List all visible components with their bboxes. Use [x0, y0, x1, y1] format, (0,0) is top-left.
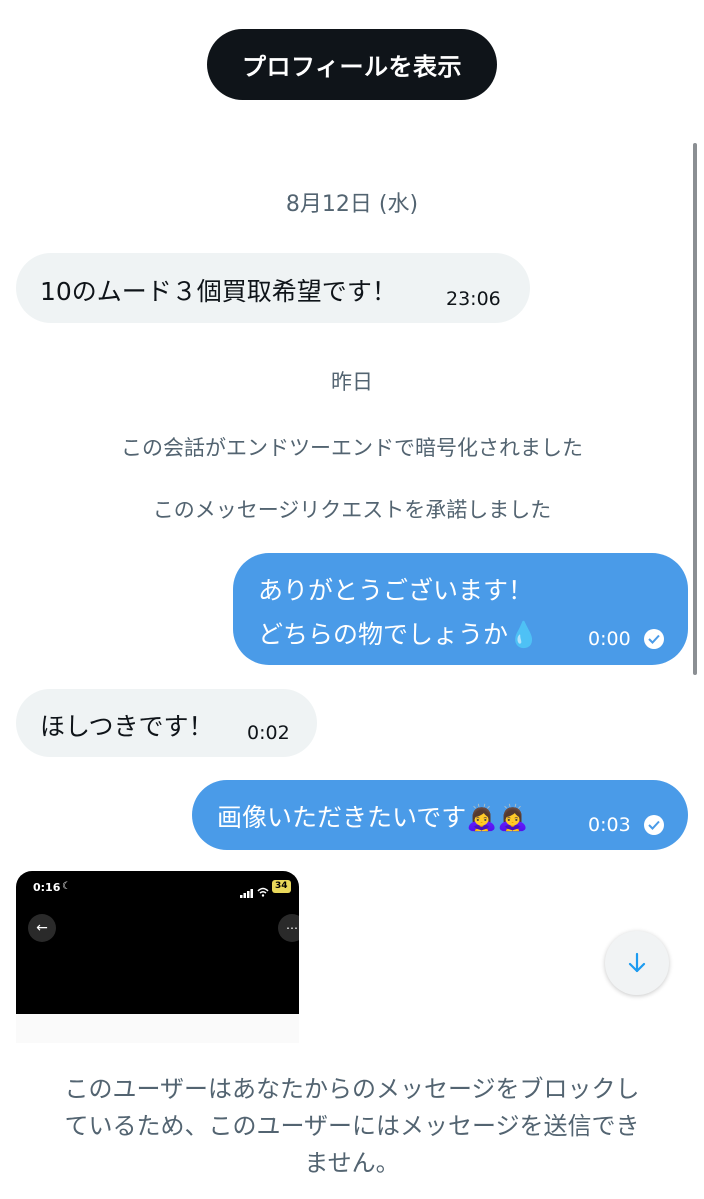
message-text-line: どちらの物でしょうか💧 [258, 620, 540, 649]
message-text: 画像いただきたいです🙇‍♀️🙇‍♀️ [217, 803, 529, 832]
message-text: ほしつきです！ [40, 712, 214, 741]
message-bubble-received[interactable]: ほしつきです！ 0:02 [16, 689, 317, 757]
view-profile-label: プロフィールを表示 [241, 53, 463, 81]
message-bubble-sent[interactable]: ありがとうございます！ どちらの物でしょうか💧 0:00 [233, 553, 688, 665]
message-bubble-received[interactable]: 10のムード３個買取希望です！ 23:06 [16, 253, 530, 323]
image-attachment[interactable]: 0:16 ☾ 34 ← ⋯ [16, 871, 299, 1043]
image-preview-strip [16, 1014, 299, 1043]
message-time: 23:06 [446, 288, 501, 310]
date-separator: 8月12日 (水) [285, 192, 419, 217]
message-time: 0:03 [588, 814, 631, 836]
message-time: 0:00 [588, 628, 631, 650]
system-message-accepted: このメッセージリクエストを承諾しました [152, 498, 552, 522]
moon-icon: ☾ [62, 881, 71, 892]
message-time: 0:02 [247, 722, 290, 744]
message-bubble-sent[interactable]: 画像いただきたいです🙇‍♀️🙇‍♀️ 0:03 [192, 780, 688, 850]
back-arrow-icon: ← [28, 914, 56, 942]
message-text: 10のムード３個買取希望です！ [40, 277, 397, 306]
message-text-line: ありがとうございます！ [258, 576, 534, 605]
date-separator: 昨日 [331, 370, 373, 394]
battery-icon: 34 [272, 880, 291, 893]
blocked-notice-text: このユーザーはあなたからのメッセージをブロックし ているため、このユーザーにはメ… [64, 1075, 640, 1177]
scrollbar[interactable] [693, 143, 697, 675]
arrow-down-icon [628, 952, 646, 973]
wifi-icon [257, 882, 269, 901]
scroll-to-bottom-button[interactable] [605, 931, 669, 995]
system-message-encrypted: この会話がエンドツーエンドで暗号化されました [121, 436, 583, 460]
read-check-icon [644, 629, 664, 649]
more-icon: ⋯ [278, 914, 299, 942]
blocked-notice: このユーザーはあなたからのメッセージをブロックし ているため、このユーザーにはメ… [0, 1043, 704, 1199]
read-check-icon [644, 815, 664, 835]
signal-icon [240, 883, 254, 902]
view-profile-button[interactable]: プロフィールを表示 [207, 29, 497, 100]
status-time: 0:16 [33, 881, 61, 894]
